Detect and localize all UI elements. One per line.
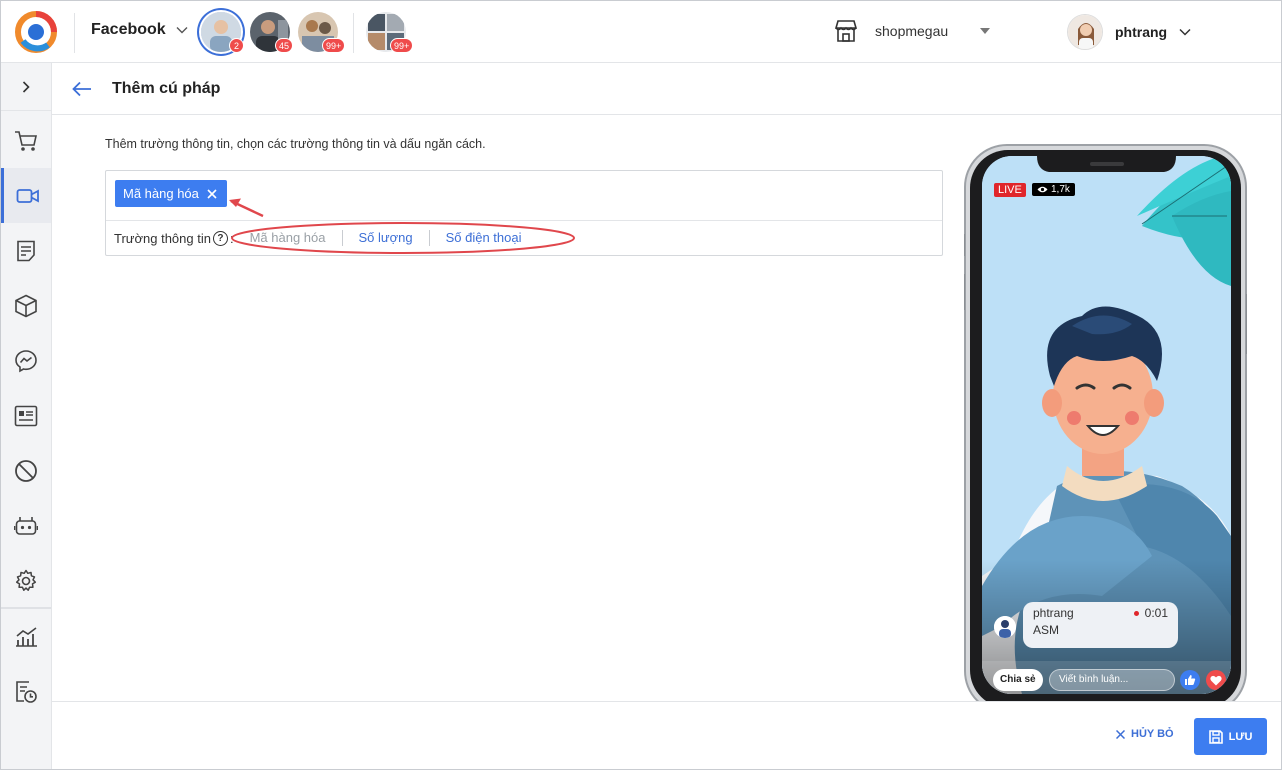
like-button[interactable]: [1180, 670, 1200, 690]
viewer-count-badge: 1,7k: [1032, 183, 1075, 196]
sidebar-item-messenger[interactable]: [1, 333, 51, 388]
notification-badge: 99+: [390, 38, 414, 53]
chevron-down-icon: [1179, 28, 1191, 36]
notification-badge: 99+: [322, 38, 346, 53]
phone-preview: LIVE 1,7k phtrang 0:01 ASM Chia sẻ Viết …: [964, 144, 1247, 714]
contact-card-icon: [14, 405, 38, 426]
user-menu[interactable]: phtrang: [1067, 14, 1191, 50]
back-button[interactable]: [52, 63, 112, 115]
messenger-icon: [15, 349, 37, 372]
app-window: Facebook 2 45 99+ 99+ shopmegau phtrang …: [0, 0, 1282, 770]
floppy-disk-icon: [1208, 729, 1223, 744]
cart-icon: [15, 130, 37, 151]
field-options-label: Trường thông tin: [114, 230, 211, 246]
sidebar: [1, 63, 52, 769]
save-button[interactable]: LƯU: [1194, 718, 1267, 755]
block-icon: [15, 459, 37, 482]
instruction-text: Thêm trường thông tin, chọn các trường t…: [105, 137, 486, 151]
syntax-builder[interactable]: Mã hàng hóa Trường thông tin ? : Mã hàng…: [105, 170, 943, 256]
chevron-right-icon: [22, 80, 30, 93]
avatar: [1067, 14, 1103, 50]
user-name: phtrang: [1115, 24, 1168, 40]
share-button[interactable]: Chia sẻ: [993, 669, 1043, 691]
chart-icon: [16, 626, 37, 647]
comment-text: ASM: [1033, 623, 1060, 637]
document-icon: [17, 240, 35, 261]
syntax-tag-label: Mã hàng hóa: [123, 186, 199, 201]
live-comment: phtrang 0:01 ASM: [1023, 602, 1178, 648]
video-camera-icon: [16, 188, 39, 203]
channel-selector[interactable]: Facebook: [91, 21, 188, 39]
save-label: LƯU: [1228, 730, 1253, 743]
field-options-row: Trường thông tin ? : Mã hàng hóa Số lượn…: [106, 220, 942, 255]
love-button[interactable]: [1206, 670, 1226, 690]
divider: [74, 13, 75, 53]
sidebar-item-livestream[interactable]: [1, 168, 51, 223]
viewer-count: 1,7k: [1051, 184, 1070, 195]
recording-dot: [1133, 610, 1139, 616]
phone-screen: LIVE 1,7k phtrang 0:01 ASM Chia sẻ Viết …: [982, 156, 1231, 694]
chevron-down-icon: [176, 27, 188, 34]
syntax-tag[interactable]: Mã hàng hóa: [115, 180, 227, 207]
shop-name: shopmegau: [875, 23, 949, 39]
field-option-phone[interactable]: Số điện thoại: [430, 230, 538, 246]
shop-selector[interactable]: shopmegau: [833, 19, 991, 43]
field-option-quantity[interactable]: Số lượng: [343, 230, 430, 246]
live-badge: LIVE: [994, 183, 1026, 197]
sidebar-item-products[interactable]: [1, 278, 51, 333]
page-title: Thêm cú pháp: [112, 79, 221, 97]
sidebar-item-customers[interactable]: [1, 388, 51, 443]
comment-input[interactable]: Viết bình luận...: [1049, 669, 1175, 691]
store-icon: [834, 20, 858, 42]
sidebar-item-blocked[interactable]: [1, 443, 51, 498]
sidebar-item-history[interactable]: [1, 664, 51, 719]
help-icon[interactable]: ?: [212, 230, 228, 246]
notification-badge: 2: [229, 38, 244, 53]
page-header: Thêm cú pháp: [52, 63, 1281, 115]
commenter-avatar: [994, 616, 1016, 638]
comment-time: 0:01: [1144, 606, 1168, 620]
sidebar-item-bot[interactable]: [1, 498, 51, 553]
field-option-product-code: Mã hàng hóa: [234, 230, 343, 246]
app-logo[interactable]: [15, 11, 57, 53]
gear-icon: [15, 569, 37, 591]
eye-icon: [1037, 186, 1048, 193]
field-options-label-group: Trường thông tin ? :: [106, 230, 234, 246]
box-icon: [15, 294, 37, 317]
divider: [353, 13, 354, 53]
sidebar-item-reports[interactable]: [1, 609, 51, 664]
close-icon: [1116, 729, 1125, 739]
thumbs-up-icon: [1185, 675, 1196, 685]
history-icon: [16, 680, 37, 703]
robot-icon: [14, 516, 38, 535]
page-footer: HỦY BỎ LƯU: [52, 701, 1281, 769]
sidebar-toggle-button[interactable]: [1, 63, 51, 111]
close-icon[interactable]: [207, 188, 217, 199]
channel-label: Facebook: [91, 21, 166, 38]
sidebar-item-orders[interactable]: [1, 113, 51, 168]
sidebar-item-posts[interactable]: [1, 223, 51, 278]
sidebar-item-settings[interactable]: [1, 553, 51, 608]
notification-badge: 45: [275, 38, 294, 53]
arrow-left-icon: [72, 81, 91, 96]
heart-icon: [1210, 675, 1222, 685]
top-bar: Facebook 2 45 99+ 99+ shopmegau phtrang: [1, 1, 1281, 63]
cancel-button[interactable]: HỦY BỎ: [1116, 728, 1174, 740]
caret-down-icon: [980, 28, 991, 34]
comment-time-group: 0:01: [1133, 606, 1168, 620]
cancel-label: HỦY BỎ: [1131, 728, 1174, 740]
